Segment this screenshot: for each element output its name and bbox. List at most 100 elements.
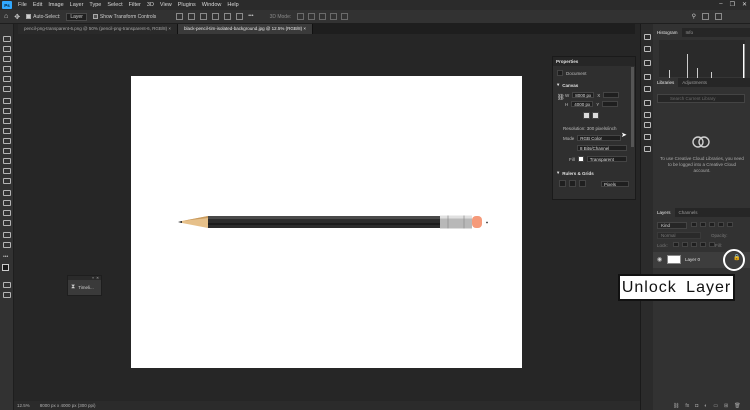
paragraph-panel-icon[interactable] bbox=[644, 122, 651, 128]
fx-icon[interactable]: fx bbox=[685, 403, 689, 409]
tab-adjustments[interactable]: Adjustments bbox=[678, 78, 711, 87]
height-input[interactable]: 4000 px bbox=[571, 101, 594, 107]
align-left-icon[interactable] bbox=[176, 13, 184, 20]
mode-dropdown[interactable]: RGB Color bbox=[577, 135, 622, 141]
3d-scale-icon[interactable] bbox=[341, 13, 349, 20]
properties-scrollbar[interactable] bbox=[631, 67, 634, 147]
menu-window[interactable]: Window bbox=[199, 2, 225, 8]
lock-position-icon[interactable] bbox=[691, 242, 697, 247]
auto-select-dropdown[interactable]: Layer bbox=[66, 12, 87, 21]
close-panel-icon[interactable]: ✕ bbox=[96, 276, 99, 280]
hand-tool-icon[interactable] bbox=[3, 232, 11, 238]
new-layer-icon[interactable]: ⊞ bbox=[724, 403, 728, 409]
pixel-filter-icon[interactable] bbox=[691, 222, 697, 227]
path-select-icon[interactable] bbox=[3, 210, 11, 216]
canvas-section-header[interactable]: ▾ Canvas bbox=[557, 82, 578, 88]
brushes-panel-icon[interactable] bbox=[644, 74, 651, 80]
3d-rotate-icon[interactable] bbox=[297, 13, 305, 20]
rulers-section-header[interactable]: ▾ Rulers & Grids bbox=[557, 170, 594, 176]
lock-artboard-icon[interactable] bbox=[700, 242, 706, 247]
guides-icon[interactable] bbox=[579, 180, 586, 187]
menu-select[interactable]: Select bbox=[104, 2, 125, 8]
3d-panel-icon[interactable] bbox=[644, 134, 651, 140]
menu-type[interactable]: Type bbox=[86, 2, 104, 8]
collapse-icon[interactable]: « bbox=[92, 276, 94, 280]
healing-brush-icon[interactable] bbox=[3, 108, 11, 114]
align-middle-icon[interactable] bbox=[224, 13, 232, 20]
tab-histogram[interactable]: Histogram bbox=[653, 28, 682, 37]
bit-depth-dropdown[interactable]: 8 Bits/Channel bbox=[577, 145, 627, 151]
auto-select-checkbox[interactable]: Auto-Select: bbox=[26, 14, 60, 20]
tab-layers[interactable]: Layers bbox=[653, 208, 675, 217]
fill-swatch[interactable] bbox=[577, 156, 584, 162]
maximize-button[interactable]: ❐ bbox=[730, 1, 735, 8]
portrait-icon[interactable] bbox=[583, 112, 590, 119]
lock-image-icon[interactable] bbox=[682, 242, 688, 247]
timeline-panel[interactable]: « ✕ ⧗ Timeli... bbox=[67, 275, 102, 296]
quick-select-tool-icon[interactable] bbox=[3, 66, 11, 72]
minimize-button[interactable]: – bbox=[719, 1, 722, 8]
ruler-icon[interactable] bbox=[559, 180, 566, 187]
menu-file[interactable]: File bbox=[15, 2, 30, 8]
character-panel-icon[interactable] bbox=[644, 112, 651, 118]
eye-icon[interactable]: ◉ bbox=[657, 256, 662, 263]
trash-icon[interactable]: 🗑 bbox=[734, 403, 740, 409]
type-filter-icon[interactable] bbox=[709, 222, 715, 227]
history-panel-icon[interactable] bbox=[644, 34, 651, 40]
clone-stamp-icon[interactable] bbox=[3, 128, 11, 134]
eyedropper-tool-icon[interactable] bbox=[3, 98, 11, 104]
shape-tool-icon[interactable] bbox=[3, 220, 11, 226]
menu-edit[interactable]: Edit bbox=[30, 2, 45, 8]
mask-icon[interactable]: ◘ bbox=[695, 403, 698, 409]
swatches-panel-icon[interactable] bbox=[644, 86, 651, 92]
tab-info[interactable]: Info bbox=[682, 28, 698, 37]
foreground-color-swatch[interactable] bbox=[2, 264, 9, 271]
tab-channels[interactable]: Channels bbox=[675, 208, 702, 217]
close-button[interactable]: ✕ bbox=[742, 1, 747, 8]
lasso-tool-icon[interactable] bbox=[3, 56, 11, 62]
document-dimensions[interactable]: 8000 px x 4000 px (300 ppi) bbox=[40, 403, 96, 408]
adjust-panel-icon[interactable] bbox=[644, 100, 651, 106]
tab-black-pencil[interactable]: black-pencil-tim-isolated-background.jpg… bbox=[178, 24, 314, 34]
landscape-icon[interactable] bbox=[592, 112, 599, 119]
3d-roll-icon[interactable] bbox=[308, 13, 316, 20]
width-input[interactable]: 8000 px bbox=[572, 92, 595, 98]
dodge-tool-icon[interactable] bbox=[3, 178, 11, 184]
history-brush-icon[interactable] bbox=[3, 138, 11, 144]
adjustment-layer-icon[interactable]: ◐ bbox=[704, 403, 707, 409]
3d-slide-icon[interactable] bbox=[330, 13, 338, 20]
layer-name[interactable]: Layer 0 bbox=[685, 257, 700, 262]
type-tool-icon[interactable] bbox=[3, 200, 11, 206]
crop-tool-icon[interactable] bbox=[3, 76, 11, 82]
x-input[interactable] bbox=[603, 92, 620, 98]
units-dropdown[interactable]: Pixels bbox=[601, 180, 629, 187]
more-options-icon[interactable]: ••• bbox=[248, 13, 253, 20]
y-input[interactable] bbox=[602, 101, 619, 107]
align-right-icon[interactable] bbox=[200, 13, 208, 20]
actions-play-icon[interactable] bbox=[644, 46, 651, 52]
gradient-tool-icon[interactable] bbox=[3, 158, 11, 164]
quick-mask-icon[interactable] bbox=[3, 282, 11, 288]
align-top-icon[interactable] bbox=[212, 13, 220, 20]
layers-comps-icon[interactable] bbox=[644, 146, 651, 152]
menu-3d[interactable]: 3D bbox=[144, 2, 157, 8]
menu-plugins[interactable]: Plugins bbox=[175, 2, 199, 8]
workspace-icon[interactable] bbox=[702, 13, 709, 20]
tab-libraries[interactable]: Libraries bbox=[653, 78, 679, 87]
link-icon[interactable]: ⛓ bbox=[557, 94, 565, 101]
move-tool-preset-icon[interactable]: ✥ bbox=[14, 13, 20, 21]
lock-transparent-icon[interactable] bbox=[673, 242, 679, 247]
move-tool-icon[interactable] bbox=[3, 36, 11, 42]
brush-tool-icon[interactable] bbox=[3, 118, 11, 124]
align-bottom-icon[interactable] bbox=[236, 13, 244, 20]
menu-layer[interactable]: Layer bbox=[67, 2, 87, 8]
more-tools-icon[interactable]: ••• bbox=[3, 254, 11, 260]
zoom-tool-icon[interactable] bbox=[3, 242, 11, 248]
libraries-search-input[interactable]: Search Current Library bbox=[657, 94, 745, 103]
blur-tool-icon[interactable] bbox=[3, 168, 11, 174]
link-layers-icon[interactable]: ⛓ bbox=[673, 403, 679, 409]
share-icon[interactable] bbox=[715, 13, 722, 20]
3d-pan-icon[interactable] bbox=[319, 13, 327, 20]
home-icon[interactable]: ⌂ bbox=[4, 13, 8, 20]
menu-help[interactable]: Help bbox=[224, 2, 241, 8]
